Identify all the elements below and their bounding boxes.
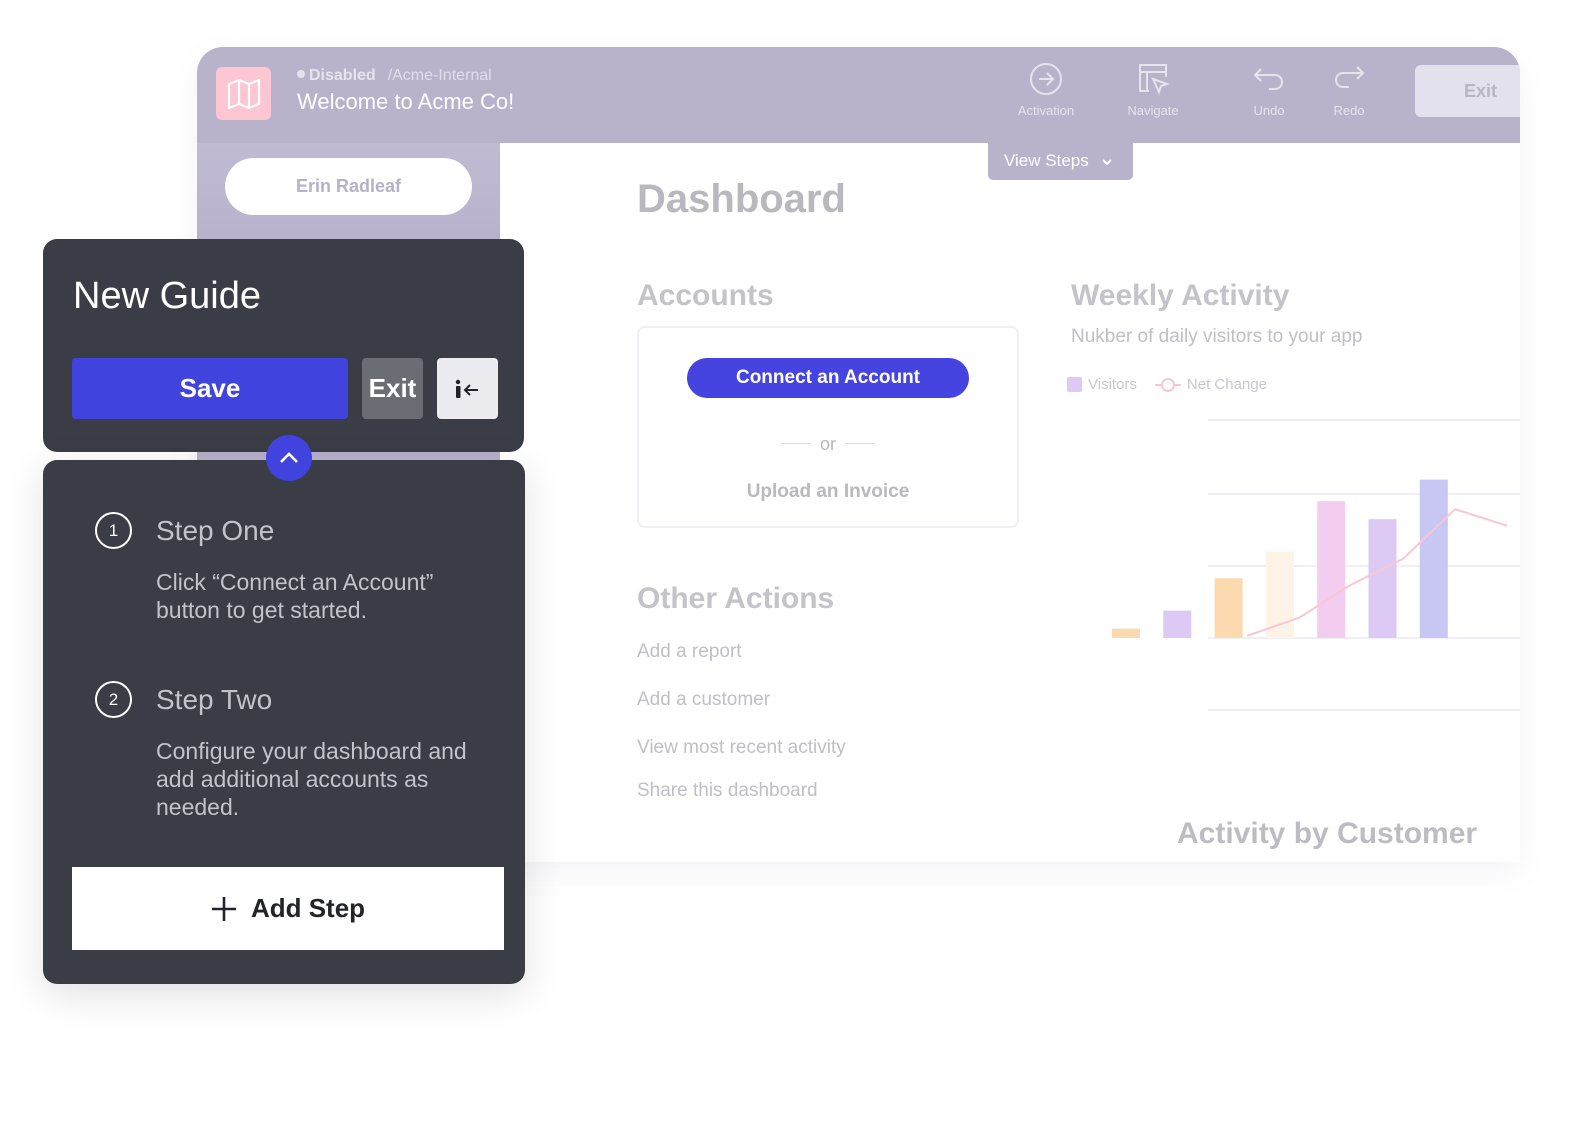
bar <box>1214 578 1243 638</box>
plus-icon <box>211 896 236 921</box>
collapse-left-icon <box>455 379 478 398</box>
step-description: Configure your dashboard and add additio… <box>156 738 467 820</box>
add-step-label: Add Step <box>250 893 366 923</box>
step-number: 1 <box>95 512 132 549</box>
toggle-steps-button[interactable] <box>266 435 312 481</box>
bar <box>1368 519 1397 638</box>
guide-exit-button[interactable]: Exit <box>362 358 423 419</box>
add-step-button[interactable]: Add Step <box>72 867 504 950</box>
guide-title: New Guide <box>73 275 261 317</box>
guide-header-panel: New Guide Save Exit <box>43 239 524 452</box>
step-title[interactable]: Step One <box>156 515 274 547</box>
bar <box>1419 479 1448 638</box>
step-title[interactable]: Step Two <box>156 684 272 716</box>
bar <box>1317 501 1346 638</box>
save-button[interactable]: Save <box>72 358 348 419</box>
guide-steps-panel: 1 Step One Click “Connect an Account” bu… <box>43 460 525 984</box>
step-description: Click “Connect an Account” button to get… <box>156 569 434 623</box>
step-number: 2 <box>95 681 132 718</box>
collapse-panel-button[interactable] <box>437 358 498 419</box>
activity-by-customer-title: Activity by Customer <box>1177 817 1478 850</box>
chevron-up-icon <box>280 452 298 463</box>
bar <box>1163 610 1192 638</box>
bar <box>1112 628 1140 638</box>
